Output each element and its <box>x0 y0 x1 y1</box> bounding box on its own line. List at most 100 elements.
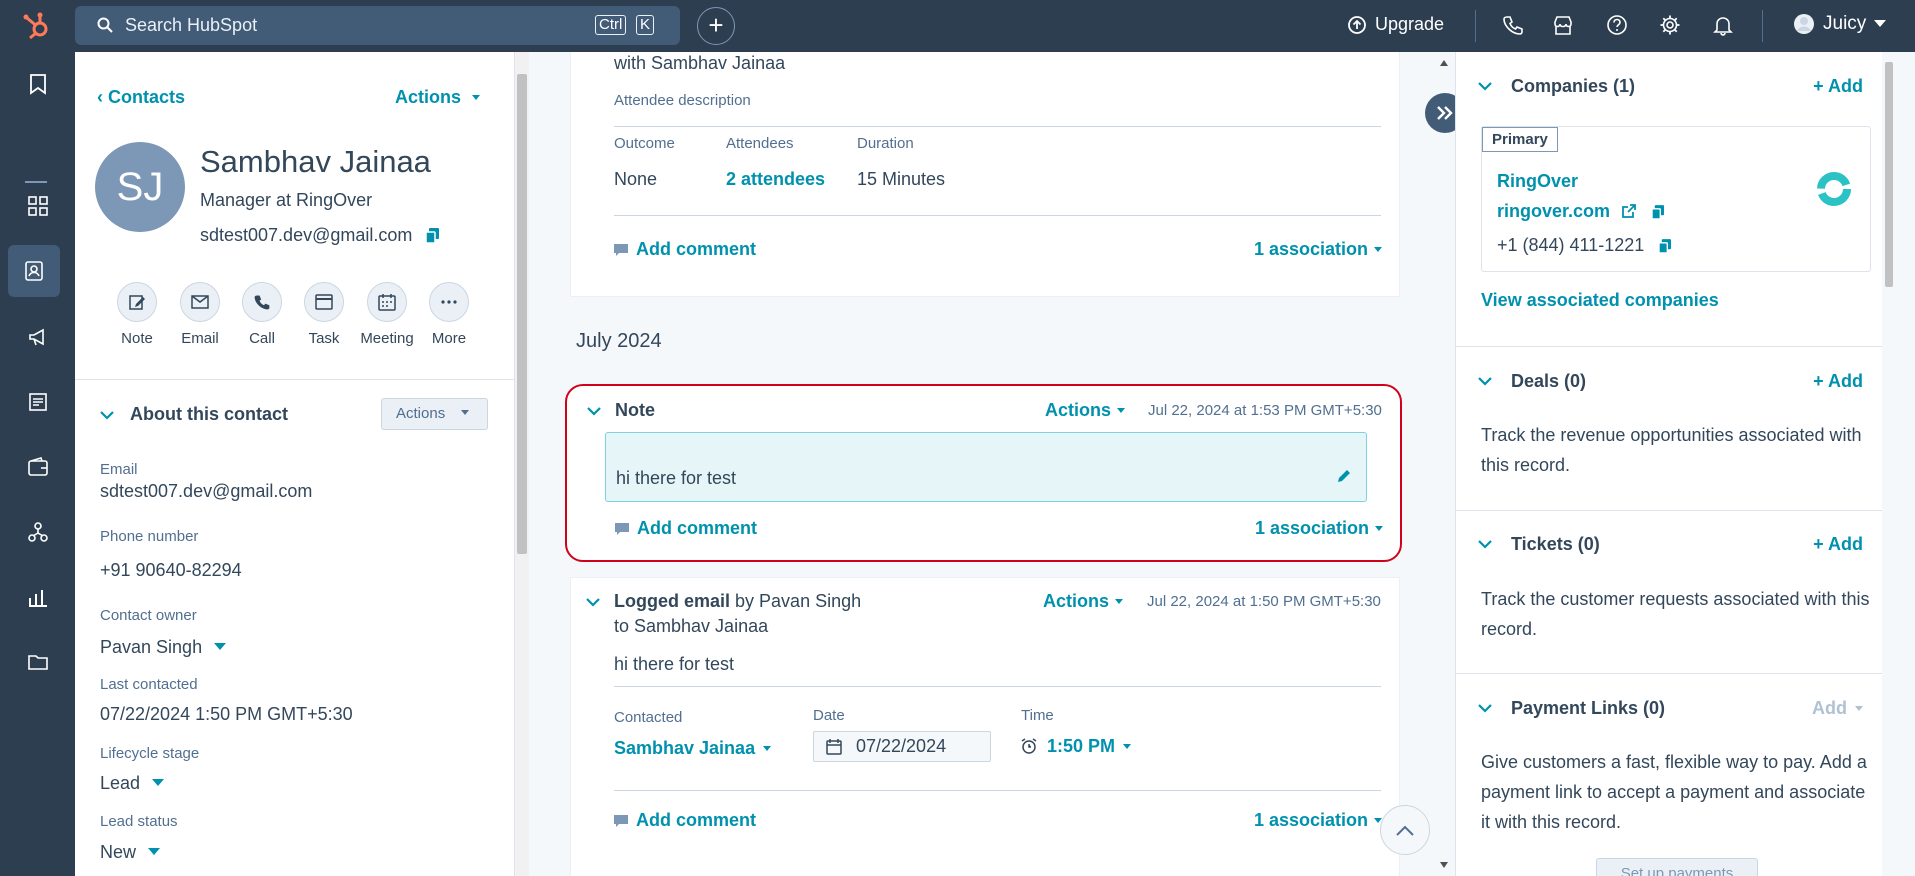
time-label: Time <box>1021 707 1054 724</box>
scrollbar-thumb[interactable] <box>517 74 527 554</box>
add-ticket-button[interactable]: + Add <box>1813 534 1863 555</box>
email-actions-label: Actions <box>1043 591 1110 611</box>
primary-tag: Primary <box>1482 127 1558 152</box>
company-name-link[interactable]: RingOver <box>1497 171 1578 192</box>
deals-section-title[interactable]: Deals (0) <box>1511 371 1586 392</box>
lead-status-dropdown[interactable]: New <box>100 842 161 863</box>
scroll-down-arrow-icon[interactable] <box>1440 862 1448 868</box>
contacted-dropdown[interactable]: Sambhav Jainaa <box>614 738 772 759</box>
about-section-title[interactable]: About this contact <box>130 404 288 425</box>
set-up-payments-button[interactable]: Set up payments <box>1596 858 1758 876</box>
note-body-editor[interactable]: hi there for test <box>605 432 1367 502</box>
copy-icon[interactable] <box>426 228 440 243</box>
nav-workspaces[interactable] <box>0 180 75 232</box>
scroll-up-arrow-icon[interactable] <box>1440 60 1448 66</box>
external-link-icon[interactable] <box>1621 203 1637 219</box>
copy-icon[interactable] <box>1658 239 1672 254</box>
tickets-section-title[interactable]: Tickets (0) <box>1511 534 1600 555</box>
chevron-down-icon[interactable] <box>587 407 601 416</box>
nav-marketing[interactable] <box>0 311 75 363</box>
payment-links-section-title[interactable]: Payment Links (0) <box>1511 698 1665 719</box>
email-to-text: to Sambhav Jainaa <box>614 616 769 636</box>
nav-automation[interactable] <box>0 506 75 558</box>
company-domain-link[interactable]: ringover.com <box>1497 201 1665 222</box>
chevron-down-icon[interactable] <box>100 411 114 420</box>
phone-icon[interactable] <box>1502 14 1524 36</box>
note-pencil-icon <box>129 295 145 310</box>
create-new-button[interactable]: + <box>697 7 735 45</box>
email-quick-action[interactable]: Email <box>170 282 230 347</box>
marketplace-icon[interactable] <box>1552 14 1574 36</box>
add-comment-button[interactable]: Add comment <box>614 810 756 831</box>
copy-icon[interactable] <box>1651 205 1665 220</box>
view-associated-companies-link[interactable]: View associated companies <box>1481 290 1719 311</box>
notifications-bell-icon[interactable] <box>1712 14 1734 36</box>
help-icon[interactable] <box>1606 14 1628 36</box>
note-quick-action[interactable]: Note <box>107 282 167 347</box>
nav-reports[interactable] <box>0 571 75 623</box>
right-panel-scrollbar[interactable] <box>1882 52 1895 876</box>
upgrade-label: Upgrade <box>1375 14 1445 34</box>
more-label: More <box>431 330 467 347</box>
back-to-contacts-link[interactable]: ‹ Contacts <box>97 87 185 108</box>
contact-actions-dropdown[interactable]: Actions <box>395 87 481 108</box>
lifecycle-label: Lifecycle stage <box>100 745 200 762</box>
chevron-down-icon[interactable] <box>1478 82 1492 91</box>
association-dropdown[interactable]: 1 association <box>1255 518 1384 539</box>
companies-section-title[interactable]: Companies (1) <box>1511 76 1635 97</box>
nav-contacts[interactable] <box>8 245 60 297</box>
task-quick-action[interactable]: Task <box>294 282 354 347</box>
add-company-button[interactable]: + Add <box>1813 76 1863 97</box>
meeting-quick-action[interactable]: Meeting <box>357 282 417 347</box>
more-quick-action[interactable]: More <box>419 282 479 347</box>
time-dropdown[interactable]: 1:50 PM <box>1021 736 1132 757</box>
nav-content[interactable] <box>0 376 75 428</box>
add-comment-button[interactable]: Add comment <box>615 518 757 539</box>
about-actions-dropdown[interactable]: Actions <box>381 398 488 430</box>
meeting-with-text: with Sambhav Jainaa <box>614 53 786 73</box>
left-panel-scrollbar[interactable] <box>515 52 529 876</box>
nav-bookmarks[interactable] <box>0 58 75 110</box>
alarm-clock-icon <box>1021 738 1037 754</box>
chevron-down-icon[interactable] <box>586 598 600 607</box>
add-comment-button[interactable]: Add comment <box>614 239 756 260</box>
upgrade-button[interactable]: Upgrade <box>1347 14 1444 35</box>
email-actions-dropdown[interactable]: Actions <box>1043 591 1124 612</box>
outcome-dropdown[interactable]: None <box>614 169 657 190</box>
call-quick-action[interactable]: Call <box>232 282 292 347</box>
phone-field-value[interactable]: +91 90640-82294 <box>100 560 242 581</box>
lifecycle-dropdown[interactable]: Lead <box>100 773 165 794</box>
task-icon <box>315 294 333 310</box>
date-input[interactable]: 07/22/2024 <box>813 731 991 762</box>
nav-commerce[interactable] <box>0 441 75 493</box>
association-dropdown[interactable]: 1 association <box>1254 239 1383 260</box>
note-label: Note <box>121 330 153 347</box>
search-input[interactable]: Search HubSpot Ctrl K <box>75 6 680 45</box>
edit-pencil-icon[interactable] <box>1336 468 1352 484</box>
chevron-down-icon[interactable] <box>1478 540 1492 549</box>
owner-field-dropdown[interactable]: Pavan Singh <box>100 637 227 658</box>
attendees-link[interactable]: 2 attendees <box>726 169 825 190</box>
settings-gear-icon[interactable] <box>1659 14 1681 36</box>
scrollbar-thumb[interactable] <box>1885 62 1893 287</box>
add-comment-label: Add comment <box>636 239 757 259</box>
add-payment-link-dropdown[interactable]: Add <box>1812 698 1863 719</box>
megaphone-icon <box>28 328 44 346</box>
email-field-value[interactable]: sdtest007.dev@gmail.com <box>100 481 312 502</box>
contact-name[interactable]: Sambhav Jainaa <box>200 144 431 180</box>
hubspot-logo-icon[interactable] <box>20 10 52 42</box>
note-actions-dropdown[interactable]: Actions <box>1045 400 1126 421</box>
nav-files[interactable] <box>0 636 75 688</box>
add-deal-button[interactable]: + Add <box>1813 371 1863 392</box>
chevron-down-icon[interactable] <box>1478 704 1492 713</box>
last-contacted-label: Last contacted <box>100 676 198 693</box>
chevron-down-icon <box>1874 20 1887 27</box>
timeline-scrollbar[interactable] <box>1437 52 1451 876</box>
user-account-menu[interactable]: Juicy <box>1793 13 1887 35</box>
email-timestamp: Jul 22, 2024 at 1:50 PM GMT+5:30 <box>1147 593 1381 610</box>
note-title: Note <box>615 400 655 420</box>
section-divider <box>1456 673 1895 674</box>
association-dropdown[interactable]: 1 association <box>1254 810 1383 831</box>
chevron-down-icon[interactable] <box>1478 377 1492 386</box>
scroll-to-top-button[interactable] <box>1380 805 1430 855</box>
